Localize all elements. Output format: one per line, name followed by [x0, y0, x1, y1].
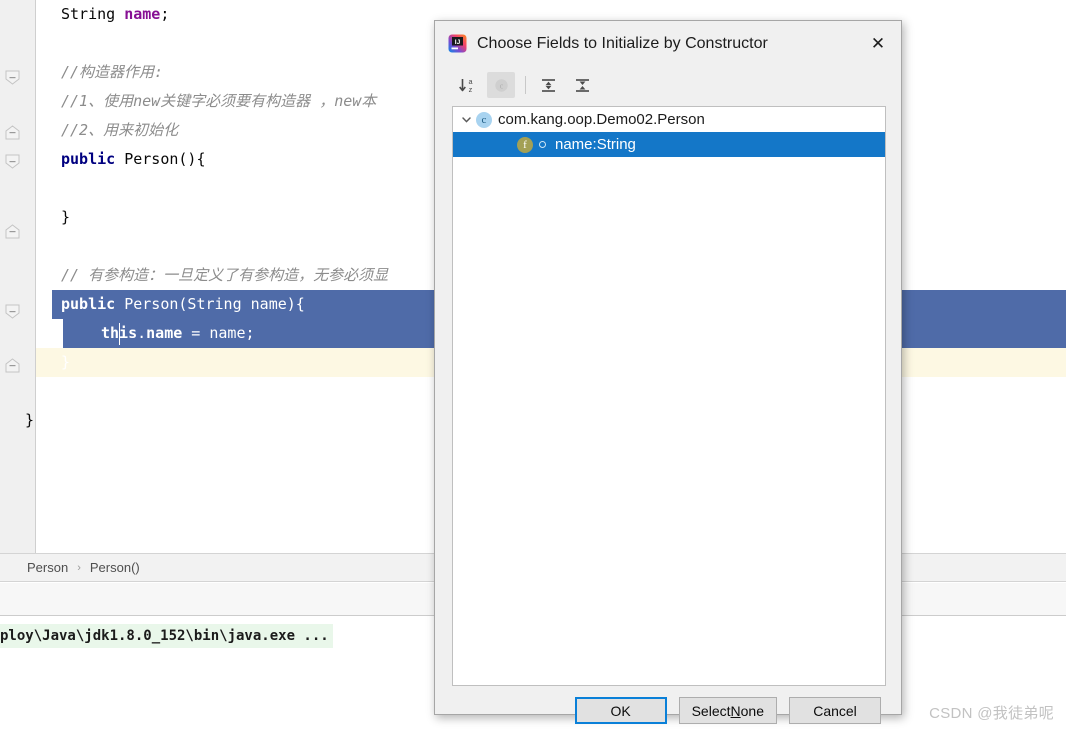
visibility-marker-icon: [539, 141, 546, 148]
code-line: }: [25, 406, 34, 435]
fold-marker-up[interactable]: [5, 224, 20, 239]
svg-text:z: z: [468, 85, 472, 94]
sort-alphabetically-icon[interactable]: a z: [453, 72, 481, 98]
code-token-plain: Person(String name){: [115, 295, 305, 313]
tree-node-label: com.kang.oop.Demo02.Person: [498, 111, 705, 128]
code-token-plain: = name;: [182, 324, 255, 342]
close-icon[interactable]: ✕: [855, 21, 901, 66]
dialog-toolbar: a z c: [435, 66, 903, 104]
field-icon: f: [517, 136, 533, 153]
code-token-plain: .: [137, 324, 147, 342]
dialog-titlebar[interactable]: IJ Choose Fields to Initialize by Constr…: [435, 21, 901, 66]
fields-tree[interactable]: c com.kang.oop.Demo02.Person f name:String: [452, 106, 886, 686]
fold-marker-down[interactable]: [5, 154, 20, 169]
code-line-selected: public Person(String name){: [61, 290, 305, 319]
group-by-class-icon[interactable]: c: [487, 72, 515, 98]
fold-marker-up[interactable]: [5, 125, 20, 140]
chevron-down-icon[interactable]: [456, 107, 476, 132]
watermark: CSDN @我徒弟呢: [929, 705, 1054, 722]
cancel-button[interactable]: Cancel: [789, 697, 881, 724]
tree-node-field[interactable]: f name:String: [453, 132, 885, 157]
text-caret: [119, 323, 120, 345]
button-mnemonic: N: [730, 702, 741, 719]
svg-text:IJ: IJ: [455, 39, 461, 46]
code-token-kw: public: [61, 295, 116, 313]
tree-node-label: name:String: [555, 136, 636, 153]
intellij-idea-icon: IJ: [448, 34, 467, 53]
dialog-button-bar: OK Select None Cancel: [435, 697, 903, 724]
fold-marker-down[interactable]: [5, 304, 20, 319]
breadcrumb-item-method[interactable]: Person(): [88, 560, 142, 575]
breadcrumb-separator-icon: ›: [77, 561, 81, 574]
tree-node-class[interactable]: c com.kang.oop.Demo02.Person: [453, 107, 885, 132]
choose-fields-dialog: IJ Choose Fields to Initialize by Constr…: [434, 20, 903, 724]
code-token-plain: }: [25, 411, 35, 429]
console-output-line: ploy\Java\jdk1.8.0_152\bin\java.exe ...: [0, 624, 333, 648]
fold-marker-up[interactable]: [5, 358, 20, 373]
ok-button[interactable]: OK: [574, 697, 667, 724]
breadcrumb-item-class[interactable]: Person: [25, 560, 70, 575]
select-none-button[interactable]: Select None: [678, 697, 777, 724]
svg-text:c: c: [499, 81, 503, 90]
code-token-plain: }: [61, 353, 71, 371]
toolbar-separator: [525, 76, 526, 94]
code-line-selected: }: [61, 348, 70, 377]
code-line-selected: this.name = name;: [101, 319, 255, 348]
class-icon: c: [476, 111, 492, 128]
fold-marker-down[interactable]: [5, 70, 20, 85]
collapse-all-icon[interactable]: [568, 72, 596, 98]
code-token-fld: name: [146, 324, 183, 342]
dialog-title: Choose Fields to Initialize by Construct…: [477, 34, 768, 52]
expand-all-icon[interactable]: [534, 72, 562, 98]
